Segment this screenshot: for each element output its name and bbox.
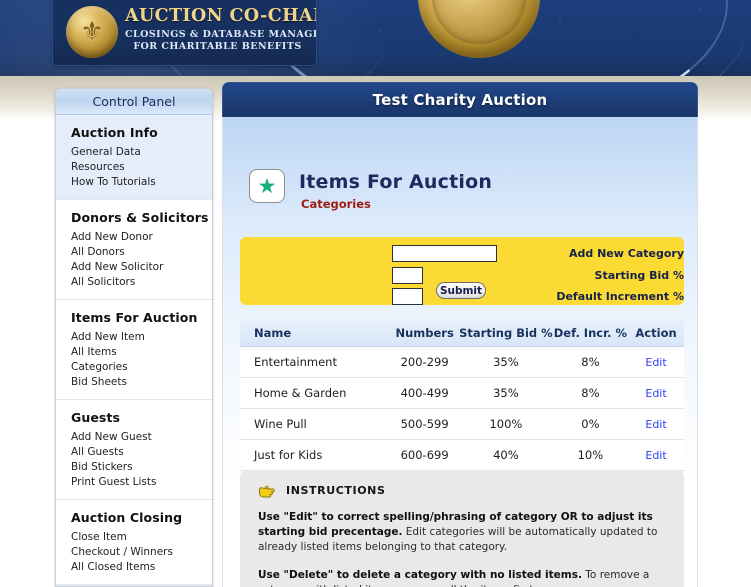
- cell-numbers: 600-699: [390, 439, 460, 471]
- cell-starting-bid: 40%: [459, 439, 553, 471]
- sidebar-group-auction-info: Auction Info General Data Resources How To …: [56, 115, 212, 200]
- form-row-category: Add New Category: [240, 243, 684, 264]
- sidebar-heading-guests: Guests: [71, 410, 121, 425]
- cell-numbers: 400-499: [390, 377, 460, 409]
- column-header-def-incr[interactable]: Def. Incr. %: [552, 320, 629, 347]
- brand-title: AUCTION CO-CHAIR: [125, 6, 317, 26]
- default-increment-input[interactable]: [392, 288, 423, 305]
- sidebar-item-add-new-item[interactable]: Add New Item: [71, 330, 212, 345]
- sidebar-heading-auction-info: Auction Info: [71, 125, 158, 140]
- instructions-header: INSTRUCTIONS: [258, 482, 666, 498]
- sidebar-heading-donors-solicitors: Donors & Solicitors: [71, 210, 209, 225]
- cell-numbers: 200-299: [390, 346, 460, 378]
- instructions-box: INSTRUCTIONS Use "Edit" to correct spell…: [240, 470, 684, 587]
- cell-def-incr: 8%: [552, 346, 629, 378]
- add-category-form: Add New Category Starting Bid % Default …: [240, 237, 684, 305]
- table-row: Entertainment 200-299 35% 8% Edit: [240, 346, 684, 378]
- fleur-de-lis-coin-icon: ⚜: [66, 6, 118, 58]
- cell-name: Wine Pull: [240, 408, 391, 440]
- instructions-paragraph-2: Use "Delete" to delete a category with n…: [258, 568, 666, 587]
- cell-def-incr: 10%: [552, 439, 629, 471]
- cell-def-incr: 8%: [552, 377, 629, 409]
- cell-starting-bid: 35%: [459, 377, 553, 409]
- edit-link[interactable]: Edit: [645, 387, 666, 400]
- sidebar-group-guests: Guests Add New Guest All Guests Bid Sticker…: [56, 400, 212, 500]
- table-header-row: Name Numbers Starting Bid % Def. Incr. %…: [240, 320, 684, 347]
- table-row: Just for Kids 600-699 40% 10% Edit: [240, 439, 684, 471]
- edit-link[interactable]: Edit: [645, 449, 666, 462]
- edit-link[interactable]: Edit: [645, 418, 666, 431]
- sidebar-item-general-data[interactable]: General Data: [71, 145, 212, 160]
- cell-name: Entertainment: [240, 346, 391, 378]
- sidebar-item-close-item[interactable]: Close Item: [71, 530, 212, 545]
- brand-text: AUCTION CO-CHAIR CLOSINGS & DATABASE MAN…: [125, 6, 317, 52]
- cell-def-incr: 0%: [552, 408, 629, 440]
- star-icon: ★: [249, 169, 285, 203]
- instructions-paragraph-2-bold: Use "Delete" to delete a category with n…: [258, 569, 582, 581]
- cell-starting-bid: 100%: [459, 408, 553, 440]
- starting-bid-input[interactable]: [392, 267, 423, 284]
- page-background: ⚜ AUCTION CO-CHAIR CLOSINGS & DATABASE M…: [0, 0, 751, 587]
- starting-bid-label: Starting Bid %: [594, 269, 684, 282]
- cell-name: Just for Kids: [240, 439, 391, 471]
- table-row: Wine Pull 500-599 100% 0% Edit: [240, 408, 684, 440]
- add-new-category-input[interactable]: [392, 245, 497, 262]
- table-body: Entertainment 200-299 35% 8% Edit Home &…: [240, 346, 684, 471]
- star-glyph: ★: [257, 173, 277, 198]
- table-row: Home & Garden 400-499 35% 8% Edit: [240, 377, 684, 409]
- sidebar-item-all-items[interactable]: All Items: [71, 345, 212, 360]
- sidebar-item-all-closed-items[interactable]: All Closed Items: [71, 560, 212, 575]
- cell-numbers: 500-599: [390, 408, 460, 440]
- sidebar-group-auction-closing: Auction Closing Close Item Checkout / Winn…: [56, 500, 212, 585]
- control-panel-sidebar: Control Panel Auction Info General Data Re…: [55, 88, 213, 587]
- sidebar-item-all-guests[interactable]: All Guests: [71, 445, 212, 460]
- sidebar-item-print-guest-lists[interactable]: Print Guest Lists: [71, 475, 212, 490]
- sidebar-item-all-donors[interactable]: All Donors: [71, 245, 212, 260]
- default-increment-label: Default Increment %: [556, 290, 684, 303]
- column-header-action: Action: [628, 320, 684, 347]
- brand-subtitle-line-1: CLOSINGS & DATABASE MANAGEMENT: [125, 29, 316, 40]
- sidebar-item-checkout-winners[interactable]: Checkout / Winners: [71, 545, 212, 560]
- brand-subtitle-line-2: FOR CHARITABLE BENEFITS: [133, 41, 302, 52]
- control-panel-title: Control Panel: [56, 89, 212, 115]
- sidebar-groups: Auction Info General Data Resources How To …: [56, 115, 212, 586]
- sidebar-heading-items-for-auction: Items For Auction: [71, 310, 198, 325]
- cell-starting-bid: 35%: [459, 346, 553, 378]
- pointing-hand-icon: [258, 483, 275, 498]
- sidebar-item-add-new-guest[interactable]: Add New Guest: [71, 430, 212, 445]
- cell-name: Home & Garden: [240, 377, 391, 409]
- page-title: Items For Auction: [299, 171, 493, 193]
- sidebar-heading-auction-closing: Auction Closing: [71, 510, 183, 525]
- main-panel: Test Charity Auction ★ Items For Auction…: [222, 82, 698, 587]
- instructions-paragraph-1: Use "Edit" to correct spelling/phrasing …: [258, 510, 666, 555]
- fleur-de-lis-glyph: ⚜: [80, 17, 104, 47]
- main-content-area: ★ Items For Auction Categories Add New C…: [222, 117, 698, 587]
- sidebar-group-items-for-auction: Items For Auction Add New Item All Items Ca…: [56, 300, 212, 400]
- column-header-starting-bid[interactable]: Starting Bid %: [459, 320, 553, 347]
- sidebar-group-donors-solicitors: Donors & Solicitors Add New Donor All Dono…: [56, 200, 212, 300]
- sidebar-item-bid-stickers[interactable]: Bid Stickers: [71, 460, 212, 475]
- submit-button[interactable]: Submit: [436, 282, 486, 299]
- page-subtitle: Categories: [301, 197, 371, 211]
- instructions-title: INSTRUCTIONS: [286, 483, 386, 497]
- brand-logo-plaque[interactable]: ⚜ AUCTION CO-CHAIR CLOSINGS & DATABASE M…: [52, 0, 317, 66]
- column-header-name[interactable]: Name: [240, 320, 391, 347]
- table-header: Name Numbers Starting Bid % Def. Incr. %…: [240, 320, 684, 347]
- add-new-category-label: Add New Category: [569, 247, 684, 260]
- sidebar-item-bid-sheets[interactable]: Bid Sheets: [71, 375, 212, 390]
- sidebar-item-resources[interactable]: Resources: [71, 160, 212, 175]
- edit-link[interactable]: Edit: [645, 356, 666, 369]
- sidebar-item-how-to-tutorials[interactable]: How To Tutorials: [71, 175, 212, 190]
- categories-table: Name Numbers Starting Bid % Def. Incr. %…: [240, 320, 684, 471]
- auction-title-bar: Test Charity Auction: [222, 82, 698, 117]
- sidebar-item-categories[interactable]: Categories: [71, 360, 212, 375]
- sidebar-item-add-new-solicitor[interactable]: Add New Solicitor: [71, 260, 212, 275]
- sidebar-item-add-new-donor[interactable]: Add New Donor: [71, 230, 212, 245]
- sidebar-item-all-solicitors[interactable]: All Solicitors: [71, 275, 212, 290]
- column-header-numbers[interactable]: Numbers: [390, 320, 460, 347]
